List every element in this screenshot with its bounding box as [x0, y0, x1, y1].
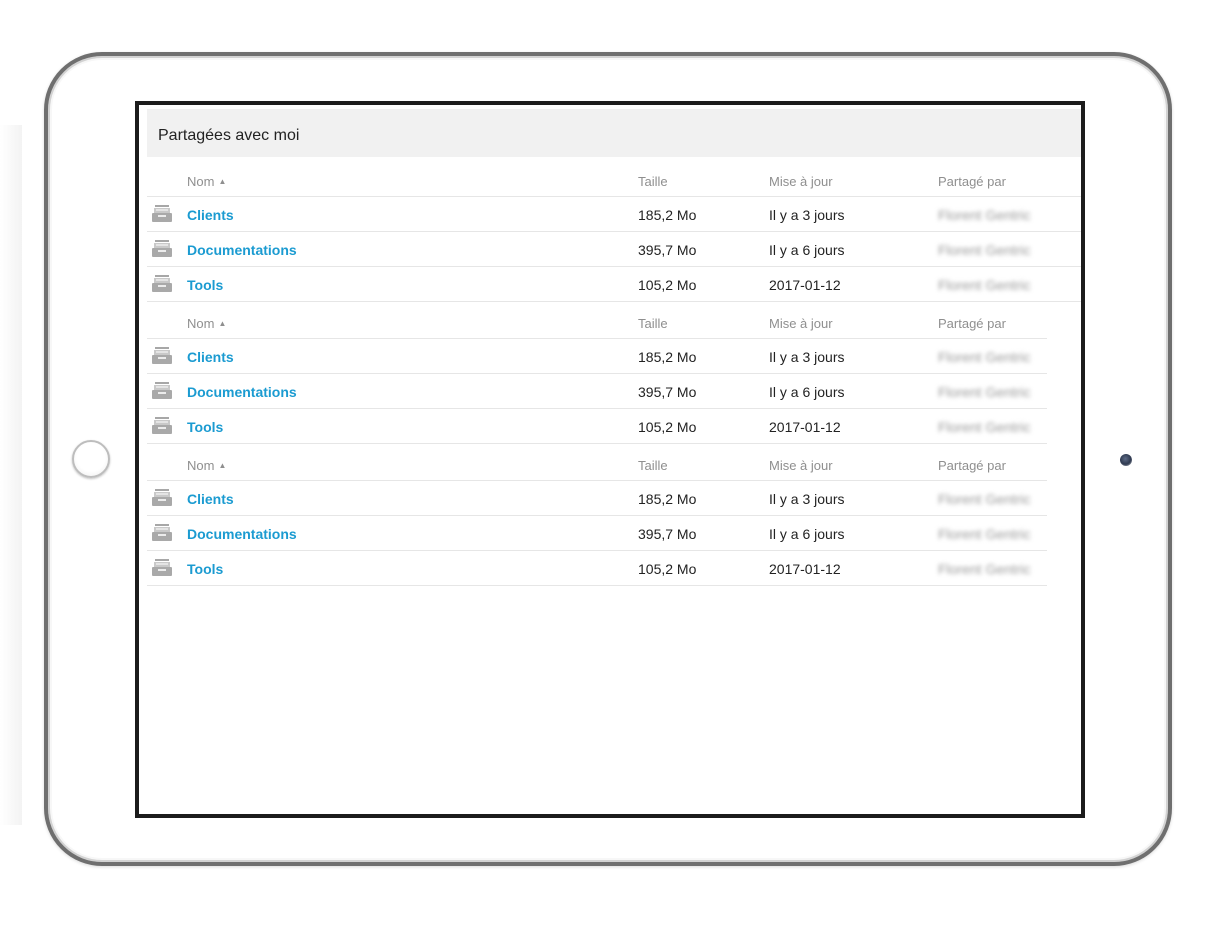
panel-header: Partagées avec moi	[147, 109, 1081, 157]
table-row[interactable]: Documentations 395,7 Mo Il y a 6 jours F…	[147, 374, 1047, 409]
last-updated: 2017-01-12	[769, 419, 841, 435]
shared-folder-icon	[152, 382, 172, 399]
shared-folder-icon	[152, 240, 172, 257]
last-updated: 2017-01-12	[769, 561, 841, 577]
file-size: 185,2 Mo	[638, 491, 697, 507]
last-updated: Il y a 3 jours	[769, 207, 845, 223]
shared-by-name: Florent Gentric	[938, 526, 1031, 542]
home-button[interactable]	[72, 440, 110, 478]
table-row[interactable]: Tools 105,2 Mo 2017-01-12 Florent Gentri…	[147, 551, 1047, 586]
column-header-updated[interactable]: Mise à jour	[769, 316, 833, 332]
last-updated: Il y a 3 jours	[769, 491, 845, 507]
folder-name-link[interactable]: Clients	[187, 349, 234, 365]
sort-ascending-icon: ▲	[218, 461, 227, 470]
column-header-size[interactable]: Taille	[638, 174, 668, 190]
shared-folder-icon	[152, 524, 172, 541]
shared-by-name: Florent Gentric	[938, 277, 1031, 293]
table-row[interactable]: Tools 105,2 Mo 2017-01-12 Florent Gentri…	[147, 409, 1047, 444]
camera-lens	[1120, 454, 1132, 466]
table-header: Nom ▲ Taille Mise à jour Partagé par	[147, 441, 1047, 481]
table-row[interactable]: Tools 105,2 Mo 2017-01-12 Florent Gentri…	[147, 267, 1081, 302]
shared-folder-icon	[152, 347, 172, 364]
last-updated: Il y a 6 jours	[769, 384, 845, 400]
column-name-label: Nom	[187, 174, 215, 189]
table-row[interactable]: Clients 185,2 Mo Il y a 3 jours Florent …	[147, 481, 1047, 516]
file-size: 395,7 Mo	[638, 242, 697, 258]
folder-name-link[interactable]: Tools	[187, 277, 223, 293]
shared-by-name: Florent Gentric	[938, 207, 1031, 223]
shared-by-name: Florent Gentric	[938, 384, 1031, 400]
column-header-size[interactable]: Taille	[638, 458, 668, 474]
column-header-name[interactable]: Nom ▲	[187, 458, 226, 474]
table-header: Nom ▲ Taille Mise à jour Partagé par	[147, 299, 1047, 339]
shared-by-name: Florent Gentric	[938, 419, 1031, 435]
shared-folder-icon	[152, 275, 172, 292]
column-header-name[interactable]: Nom ▲	[187, 316, 226, 332]
column-name-label: Nom	[187, 458, 215, 473]
left-shadow	[0, 125, 22, 825]
row-divider	[147, 585, 1047, 586]
folder-name-link[interactable]: Clients	[187, 207, 234, 223]
file-size: 105,2 Mo	[638, 561, 697, 577]
file-size: 185,2 Mo	[638, 207, 697, 223]
table-row[interactable]: Documentations 395,7 Mo Il y a 6 jours F…	[147, 232, 1081, 267]
column-header-name[interactable]: Nom ▲	[187, 174, 226, 190]
folder-name-link[interactable]: Documentations	[187, 526, 297, 542]
file-size: 395,7 Mo	[638, 384, 697, 400]
sort-ascending-icon: ▲	[218, 319, 227, 328]
folder-name-link[interactable]: Tools	[187, 561, 223, 577]
shared-by-name: Florent Gentric	[938, 561, 1031, 577]
column-header-size[interactable]: Taille	[638, 316, 668, 332]
column-header-shared-by[interactable]: Partagé par	[938, 174, 1006, 190]
table-row[interactable]: Clients 185,2 Mo Il y a 3 jours Florent …	[147, 339, 1047, 374]
tablet-screen: Partagées avec moi Nom ▲ Taille Mise à jo…	[135, 101, 1085, 818]
folder-name-link[interactable]: Documentations	[187, 384, 297, 400]
file-size: 185,2 Mo	[638, 349, 697, 365]
last-updated: Il y a 3 jours	[769, 349, 845, 365]
column-name-label: Nom	[187, 316, 215, 331]
column-header-shared-by[interactable]: Partagé par	[938, 316, 1006, 332]
last-updated: Il y a 6 jours	[769, 526, 845, 542]
shared-by-name: Florent Gentric	[938, 242, 1031, 258]
column-header-shared-by[interactable]: Partagé par	[938, 458, 1006, 474]
file-size: 105,2 Mo	[638, 419, 697, 435]
last-updated: 2017-01-12	[769, 277, 841, 293]
folder-name-link[interactable]: Clients	[187, 491, 234, 507]
shared-by-name: Florent Gentric	[938, 491, 1031, 507]
table-row[interactable]: Documentations 395,7 Mo Il y a 6 jours F…	[147, 516, 1047, 551]
column-header-updated[interactable]: Mise à jour	[769, 174, 833, 190]
sort-ascending-icon: ▲	[218, 177, 227, 186]
table-row[interactable]: Clients 185,2 Mo Il y a 3 jours Florent …	[147, 197, 1081, 232]
folder-name-link[interactable]: Tools	[187, 419, 223, 435]
folder-name-link[interactable]: Documentations	[187, 242, 297, 258]
last-updated: Il y a 6 jours	[769, 242, 845, 258]
page: Partagées avec moi Nom ▲ Taille Mise à jo…	[0, 0, 1205, 931]
shared-folder-icon	[152, 205, 172, 222]
shared-folder-icon	[152, 559, 172, 576]
table-header: Nom ▲ Taille Mise à jour Partagé par	[147, 157, 1081, 197]
panel-title: Partagées avec moi	[158, 127, 300, 144]
shared-folder-icon	[152, 417, 172, 434]
file-size: 105,2 Mo	[638, 277, 697, 293]
shared-by-name: Florent Gentric	[938, 349, 1031, 365]
file-size: 395,7 Mo	[638, 526, 697, 542]
shared-folder-icon	[152, 489, 172, 506]
column-header-updated[interactable]: Mise à jour	[769, 458, 833, 474]
